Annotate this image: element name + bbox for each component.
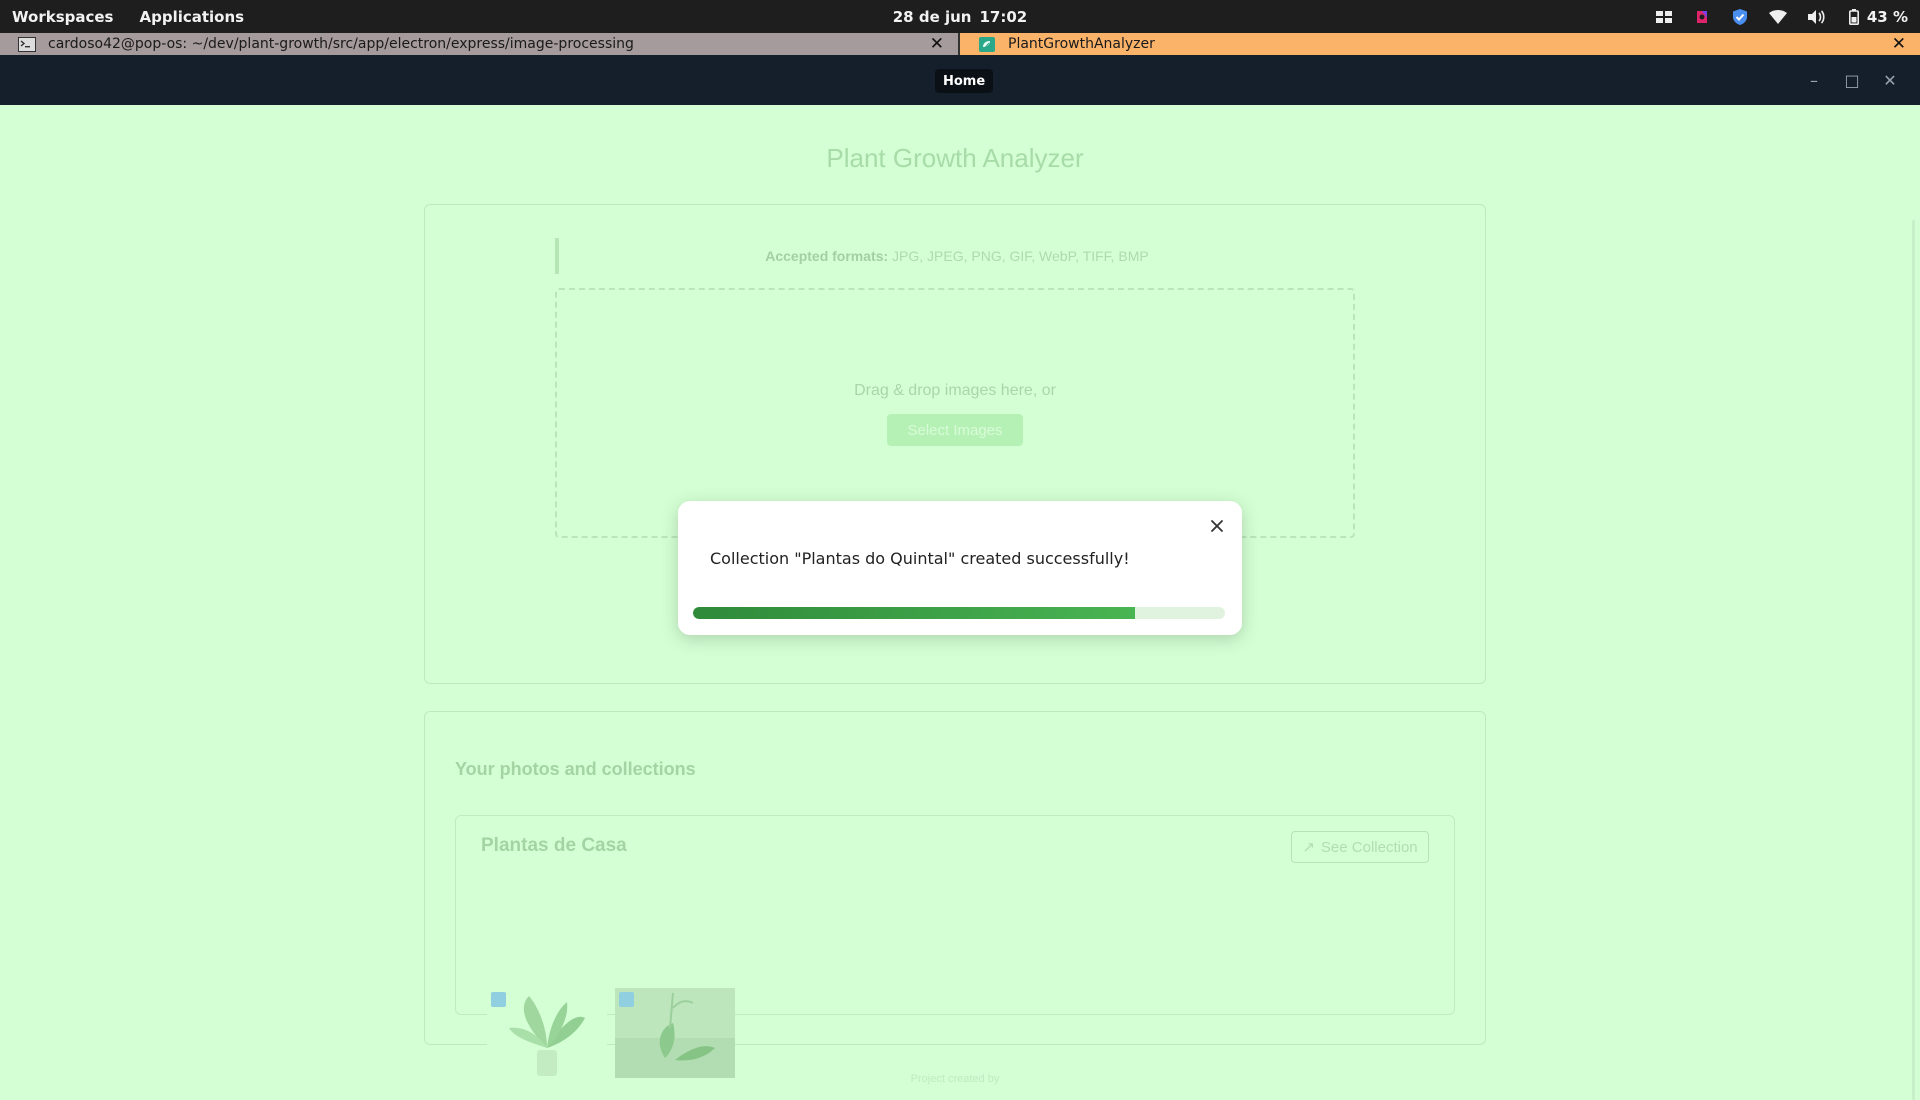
- success-toast: Collection "Plantas do Quintal" created …: [678, 501, 1242, 635]
- scrollbar[interactable]: [1912, 220, 1915, 1100]
- formats-value: JPG, JPEG, PNG, GIF, WebP, TIFF, BMP: [892, 248, 1149, 264]
- minimize-button[interactable]: –: [1796, 55, 1832, 105]
- dropzone-text: Drag & drop images here, or: [854, 382, 1056, 399]
- battery-percent: 43 %: [1866, 7, 1908, 26]
- page-title: Plant Growth Analyzer: [826, 143, 1084, 173]
- collection-photo[interactable]: [615, 988, 735, 1078]
- window-tab-title: PlantGrowthAnalyzer: [1008, 36, 1155, 52]
- workspaces-button[interactable]: Workspaces: [12, 8, 113, 26]
- see-collection-label: See Collection: [1320, 838, 1418, 856]
- wifi-icon[interactable]: [1768, 8, 1787, 26]
- collection-name: Plantas de Casa: [481, 835, 627, 856]
- toast-progress-fill: [693, 607, 1135, 619]
- collection-photo[interactable]: [487, 988, 607, 1078]
- terminal-icon: [18, 36, 36, 52]
- collections-section-title: Your photos and collections: [455, 759, 696, 779]
- toast-progress-bar: [693, 607, 1225, 619]
- system-tray: 43 %: [1655, 0, 1908, 33]
- clock-date[interactable]: 28 de jun: [893, 8, 972, 26]
- window-tab-bar: cardoso42@pop-os: ~/dev/plant-growth/src…: [0, 33, 1920, 55]
- battery-icon: [1845, 8, 1863, 26]
- close-terminal-tab-button[interactable]: ✕: [930, 33, 944, 55]
- window-tab-terminal[interactable]: cardoso42@pop-os: ~/dev/plant-growth/src…: [0, 33, 960, 55]
- close-window-button[interactable]: ✕: [1872, 55, 1908, 105]
- photo-checkbox[interactable]: [491, 992, 506, 1007]
- nav-home-link[interactable]: Home: [935, 69, 994, 93]
- shield-icon[interactable]: [1731, 8, 1749, 26]
- volume-icon[interactable]: [1807, 8, 1825, 26]
- system-top-bar: Workspaces Applications 28 de jun 17:02 …: [0, 0, 1920, 33]
- layout-icon[interactable]: [1655, 8, 1673, 26]
- battery-indicator[interactable]: 43 %: [1845, 8, 1908, 26]
- app-indicator-icon[interactable]: [1693, 8, 1711, 26]
- maximize-button[interactable]: □: [1834, 55, 1870, 105]
- external-link-icon: ↗: [1302, 839, 1315, 856]
- formats-label: Accepted formats:: [765, 248, 889, 264]
- toast-message: Collection "Plantas do Quintal" created …: [710, 549, 1130, 568]
- app-icon: [979, 36, 995, 52]
- window-tab-title: cardoso42@pop-os: ~/dev/plant-growth/src…: [48, 36, 634, 52]
- see-collection-button[interactable]: ↗ See Collection: [1291, 831, 1429, 863]
- select-images-button[interactable]: Select Images: [887, 414, 1023, 446]
- footer-credit: Project created by: [910, 1073, 1000, 1085]
- applications-button[interactable]: Applications: [139, 8, 244, 26]
- close-icon[interactable]: [1208, 517, 1226, 535]
- clock: 28 de jun 17:02: [0, 0, 1920, 33]
- photo-checkbox[interactable]: [619, 992, 634, 1007]
- window-tab-plantgrowthanalyzer[interactable]: PlantGrowthAnalyzer ✕: [960, 33, 1920, 55]
- clock-time[interactable]: 17:02: [979, 8, 1027, 26]
- accepted-formats-note: Accepted formats: JPG, JPEG, PNG, GIF, W…: [555, 238, 1355, 274]
- app-header: Home – □ ✕: [0, 55, 1920, 105]
- close-app-tab-button[interactable]: ✕: [1892, 33, 1906, 55]
